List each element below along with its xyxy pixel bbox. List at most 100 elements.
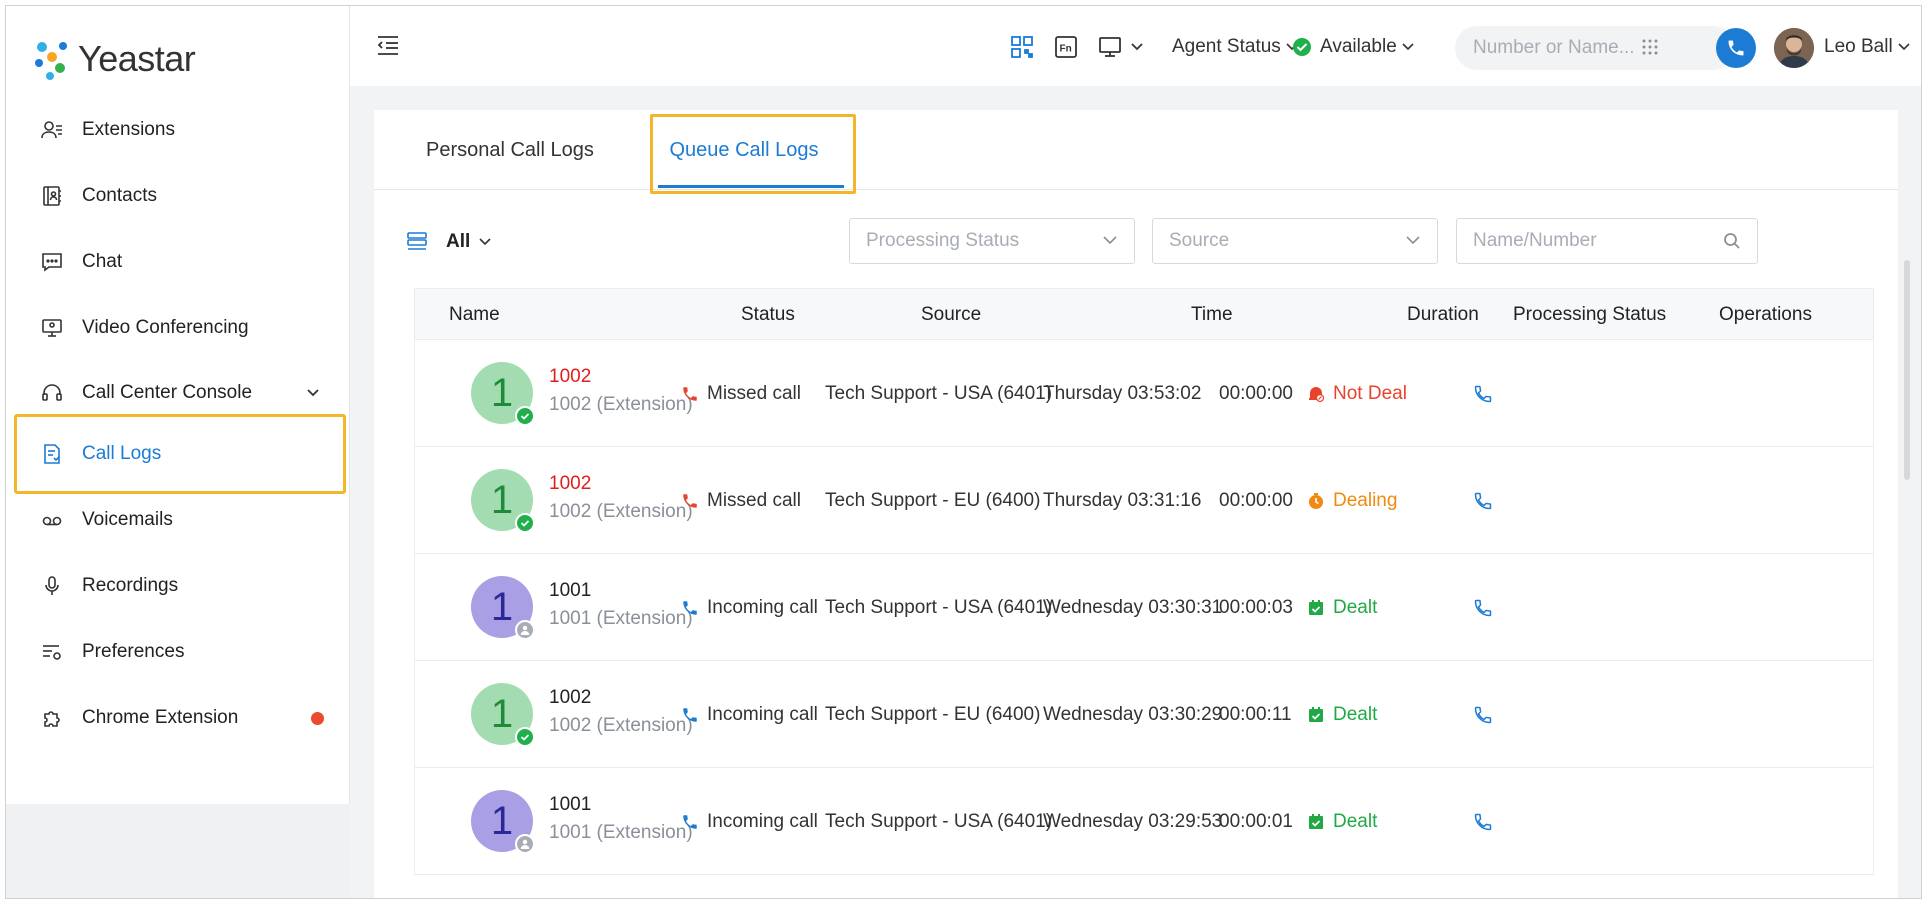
processing-status[interactable]: Dealt (1307, 554, 1377, 661)
brand-name: Yeastar (78, 38, 196, 79)
sidebar-item-label: Video Conferencing (82, 317, 249, 338)
sidebar-item-chrome-extension[interactable]: Chrome Extension (6, 685, 350, 751)
table-row: 1 1001 1001 (Extension) Incoming call Te… (414, 554, 1874, 661)
call-duration: 00:00:00 (1219, 489, 1293, 511)
incoming-call-icon (681, 813, 699, 831)
caller-extension: 1002 (Extension) (549, 715, 693, 736)
collapse-sidebar-icon[interactable] (376, 34, 400, 61)
column-header-duration: Duration (1407, 304, 1479, 325)
scrollbar-thumb[interactable] (1904, 260, 1910, 480)
yeastar-logo-icon (30, 35, 74, 83)
online-check-icon (515, 513, 535, 533)
processing-status-label: Dealt (1333, 703, 1378, 725)
sidebar-item-call-logs[interactable]: Call Logs (6, 421, 350, 487)
avatar-initial: 1 (490, 370, 514, 415)
monitor-icon (40, 316, 64, 340)
column-header-processing-status: Processing Status (1513, 304, 1667, 325)
call-status-label: Incoming call (707, 596, 818, 618)
notification-dot (311, 712, 324, 725)
function-key-icon[interactable]: Fn (1054, 32, 1078, 62)
caller-name[interactable]: 1001 (549, 580, 591, 602)
voicemail-icon (40, 508, 64, 532)
calendar-check-icon (1307, 706, 1325, 724)
call-source: Tech Support - USA (6401) (825, 382, 1053, 404)
source-select[interactable]: Source (1152, 218, 1438, 264)
column-header-operations: Operations (1719, 304, 1812, 325)
brand-logo: Yeastar (30, 34, 196, 84)
table-row: 1 1001 1001 (Extension) Incoming call Te… (414, 768, 1874, 875)
processing-status[interactable]: Dealt (1307, 768, 1377, 875)
processing-status[interactable]: Dealing (1307, 447, 1397, 554)
call-time: Wednesday 03:29:53 (1043, 810, 1223, 832)
dial-search-box[interactable] (1455, 26, 1735, 70)
sidebar-item-contacts[interactable]: Contacts (6, 163, 350, 229)
sidebar-item-label: Recordings (82, 575, 179, 596)
processing-status-label: Dealt (1333, 810, 1378, 832)
processing-status[interactable]: Dealt (1307, 661, 1377, 768)
sidebar-item-extensions[interactable]: Extensions (6, 97, 350, 163)
sidebar-item-label: Contacts (82, 185, 157, 206)
call-duration: 00:00:03 (1219, 596, 1293, 618)
call-back-button[interactable] (1473, 768, 1493, 875)
incoming-call-icon (681, 599, 699, 617)
sidebar-item-call-center-console[interactable]: Call Center Console (6, 360, 350, 426)
column-header-source: Source (921, 304, 982, 325)
dialpad-icon[interactable] (1641, 38, 1659, 58)
call-back-button[interactable] (1473, 554, 1493, 661)
caller-name[interactable]: 1002 (549, 366, 591, 388)
processing-status-select[interactable]: Processing Status (849, 218, 1135, 264)
call-source: Tech Support - USA (6401) (825, 596, 1053, 618)
call-log-icon (40, 442, 64, 466)
sidebar-item-preferences[interactable]: Preferences (6, 619, 350, 685)
agent-status-dropdown[interactable]: Agent Status (1172, 32, 1299, 62)
timer-icon (1307, 492, 1325, 510)
call-button[interactable] (1716, 28, 1756, 68)
call-source: Tech Support - EU (6400) (825, 489, 1041, 511)
filter-bar: All Processing Status Source Name/Number (406, 218, 1886, 266)
sidebar-item-recordings[interactable]: Recordings (6, 553, 350, 619)
user-avatar[interactable] (1774, 28, 1814, 68)
top-bar: Fn Agent Status Available Number or Name… (350, 6, 1921, 86)
tab-personal-call-logs[interactable]: Personal Call Logs (426, 110, 594, 190)
sidebar-item-voicemails[interactable]: Voicemails (6, 487, 350, 553)
caller-name[interactable]: 1002 (549, 473, 591, 495)
processing-status-placeholder: Processing Status (866, 230, 1020, 251)
sidebar-item-video-conferencing[interactable]: Video Conferencing (6, 295, 350, 361)
desktop-icon[interactable] (1098, 32, 1144, 62)
phone-icon (1473, 384, 1493, 404)
phone-icon (1473, 598, 1493, 618)
call-duration: 00:00:00 (1219, 382, 1293, 404)
user-menu-dropdown[interactable]: Leo Ball (1824, 32, 1911, 62)
call-back-button[interactable] (1473, 447, 1493, 554)
processing-status[interactable]: Not Deal (1307, 340, 1407, 447)
tab-bar: Personal Call Logs Queue Call Logs (374, 110, 1898, 194)
search-icon[interactable] (1723, 232, 1741, 256)
call-logs-panel: Personal Call Logs Queue Call Logs All P… (374, 110, 1910, 898)
call-back-button[interactable] (1473, 340, 1493, 447)
sidebar-item-chat[interactable]: Chat (6, 229, 350, 295)
chevron-down-icon (1405, 232, 1421, 254)
missed-call-icon (681, 492, 699, 510)
agent-status-label: Agent Status (1172, 36, 1281, 57)
call-back-button[interactable] (1473, 661, 1493, 768)
call-status-label: Incoming call (707, 810, 818, 832)
active-tab-highlight (650, 114, 856, 194)
column-header-status: Status (741, 304, 795, 325)
processing-status-label: Dealing (1333, 489, 1398, 511)
chevron-down-icon (1102, 232, 1118, 254)
qr-code-icon[interactable] (1010, 32, 1034, 62)
sidebar-item-label: Preferences (82, 641, 185, 662)
caller-name[interactable]: 1001 (549, 794, 591, 816)
call-type-filter[interactable]: All (406, 224, 492, 260)
sidebar-footer (6, 804, 350, 898)
chevron-down-icon[interactable] (306, 384, 320, 406)
phone-icon (1473, 491, 1493, 511)
processing-status-label: Not Deal (1333, 382, 1407, 404)
call-status-label: Missed call (707, 382, 801, 404)
avatar-initial: 1 (490, 477, 514, 522)
sidebar-item-label: Chat (82, 251, 123, 272)
call-duration: 00:00:11 (1219, 703, 1292, 725)
availability-dropdown[interactable]: Available (1292, 32, 1415, 62)
name-number-search[interactable]: Name/Number (1456, 218, 1758, 264)
caller-name[interactable]: 1002 (549, 687, 591, 709)
